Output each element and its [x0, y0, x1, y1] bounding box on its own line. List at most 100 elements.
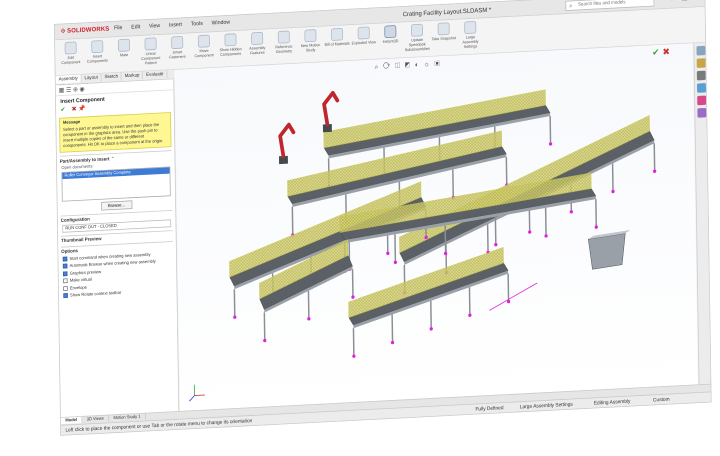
long-diagonal-conveyor-point: [653, 169, 657, 173]
linear-pattern-icon: [144, 37, 157, 51]
window-controls: – □ ✕: [665, 0, 700, 4]
cancel-x-icon[interactable]: ✖: [72, 105, 77, 112]
option-checkbox[interactable]: [62, 256, 68, 262]
option-checkbox[interactable]: [63, 278, 68, 284]
chute-conveyor-point: [263, 338, 267, 343]
cmd-update-speedpak[interactable]: Update Speedpak Subassemblies: [404, 23, 430, 53]
robot-arm-right-arm: [322, 90, 340, 127]
screenshot-stage: ⟐SOLIDWORKS File Edit View Insert Tools …: [0, 0, 720, 456]
close-icon[interactable]: ✕: [694, 0, 700, 2]
file-explorer-icon[interactable]: [696, 83, 706, 93]
message-text: Select a part or assembly to insert and …: [63, 122, 164, 149]
design-library-icon[interactable]: [696, 70, 706, 81]
show-hidden-icon: [224, 33, 237, 47]
graphics-area[interactable]: ⌕ ⟳ ◫ ◩ ◐ ☼ ▣ ✔ ✖: [174, 43, 698, 412]
insert-components-icon: [91, 40, 104, 54]
cmd-exploded-view[interactable]: Exploded View: [351, 26, 376, 46]
ok-check-icon[interactable]: ✔: [60, 106, 65, 113]
confirmation-corner: ✔ ✖: [652, 46, 670, 58]
lower-conveyor-point: [352, 354, 356, 358]
search-placeholder: Search files and models: [578, 0, 626, 8]
custom-properties-icon[interactable]: [697, 107, 707, 118]
chute-conveyor-point: [351, 295, 355, 299]
left-conveyor-point: [386, 251, 390, 256]
open-documents-list[interactable]: Roller Conveyor Assembly Complete: [61, 166, 171, 202]
search-icon: ⌕: [569, 2, 573, 10]
cross-conveyor-point: [594, 225, 598, 229]
menu-edit[interactable]: Edit: [131, 24, 140, 30]
chute-conveyor-point: [307, 317, 311, 321]
ds-logo-icon: ⟐: [60, 27, 66, 35]
cmd-smart-fasteners[interactable]: Smart Fasteners: [165, 36, 191, 61]
solidworks-window: ⟐SOLIDWORKS File Edit View Insert Tools …: [54, 0, 712, 436]
menu-bar: File Edit View Insert Tools Window: [114, 19, 238, 31]
mate-icon: [117, 38, 130, 52]
cancel-x-icon[interactable]: ✖: [662, 46, 670, 57]
smart-fasteners-icon: [171, 36, 184, 50]
menu-window[interactable]: Window: [212, 20, 231, 26]
browse-button[interactable]: Browse...: [100, 200, 133, 211]
cmd-instant3d[interactable]: Instant3D: [378, 25, 403, 45]
reference-geometry-icon: [277, 30, 290, 44]
option-checkbox[interactable]: [62, 263, 68, 269]
property-manager: ▦ ☰ ⊕ ◉ Insert Component ✔ ✖ 📌 Message S…: [55, 79, 180, 420]
home-icon[interactable]: [696, 45, 706, 56]
option-label: Make virtual: [69, 277, 92, 284]
menu-file[interactable]: File: [114, 25, 122, 31]
long-diagonal-conveyor-point: [569, 210, 573, 214]
cmd-bill-of-materials[interactable]: Bill of Materials: [324, 27, 350, 47]
assembly-features-icon: [251, 31, 264, 45]
document-title: Crating Facility Layout.SLDASM *: [402, 6, 492, 18]
lower-conveyor-point: [468, 313, 472, 317]
tab-sketch[interactable]: Sketch: [101, 72, 122, 82]
exploded-view-icon: [357, 26, 370, 40]
app-logo[interactable]: ⟐SOLIDWORKS: [61, 25, 110, 35]
pushpin-icon[interactable]: 📌: [78, 105, 85, 112]
long-diagonal-conveyor-point: [528, 230, 532, 234]
option-checkbox[interactable]: [63, 285, 68, 291]
motion-study-icon: [304, 29, 317, 43]
status-definition: Fully Defined: [475, 405, 504, 413]
large-assembly-icon: [464, 20, 477, 35]
menu-tools[interactable]: Tools: [191, 21, 203, 27]
status-large-assembly[interactable]: Large Assembly Settings: [520, 402, 573, 410]
tab-evaluate[interactable]: Evaluate: [143, 70, 168, 80]
option-label: Envelope: [69, 285, 87, 291]
lower-conveyor-point: [390, 340, 395, 345]
option-label: Graphics preview: [69, 269, 102, 277]
menu-insert[interactable]: Insert: [169, 22, 182, 28]
cmd-large-assembly-settings[interactable]: Large Assembly Settings: [458, 20, 484, 50]
resources-icon[interactable]: [696, 58, 706, 68]
cmd-edit-component[interactable]: Edit Component: [58, 41, 84, 66]
left-conveyor-point: [233, 315, 237, 319]
assembly-model[interactable]: [175, 43, 698, 411]
cmd-assembly-features[interactable]: Assembly Features: [244, 31, 270, 57]
menu-view[interactable]: View: [149, 23, 160, 29]
brand-text: SOLIDWORKS: [67, 25, 110, 35]
snapshot-icon: [437, 22, 450, 36]
triad-x: [194, 394, 205, 396]
crate-bin: [587, 233, 626, 270]
cmd-reference-geometry[interactable]: Reference Geometry: [271, 30, 297, 55]
cmd-new-motion-study[interactable]: New Motion Study: [298, 29, 324, 54]
option-checkbox[interactable]: [63, 271, 68, 277]
maximize-icon[interactable]: □: [683, 0, 687, 3]
cmd-insert-components[interactable]: Insert Components: [85, 40, 111, 65]
minimize-icon[interactable]: –: [671, 0, 675, 3]
cmd-linear-pattern[interactable]: Linear Component Pattern: [138, 37, 164, 66]
status-units[interactable]: Custom: [653, 397, 670, 403]
cmd-take-snapshot[interactable]: Take Snapshot: [431, 22, 456, 42]
instant3d-icon: [384, 25, 397, 39]
cmd-move-component[interactable]: Move Component: [191, 34, 217, 59]
ok-check-icon[interactable]: ✔: [652, 47, 660, 58]
cmd-show-hidden[interactable]: Show Hidden Components: [218, 33, 244, 58]
message-box: Message Select a part or assembly to ins…: [59, 112, 172, 153]
lower-conveyor-point: [429, 327, 433, 331]
tab-markup[interactable]: Markup: [121, 71, 144, 81]
status-editing: Editing Assembly: [593, 398, 631, 407]
upper-conveyor-point: [548, 142, 553, 146]
cmd-mate[interactable]: Mate: [111, 38, 136, 58]
speedpak-icon: [410, 23, 423, 37]
option-checkbox[interactable]: [63, 293, 68, 299]
appearances-icon[interactable]: [696, 95, 706, 106]
